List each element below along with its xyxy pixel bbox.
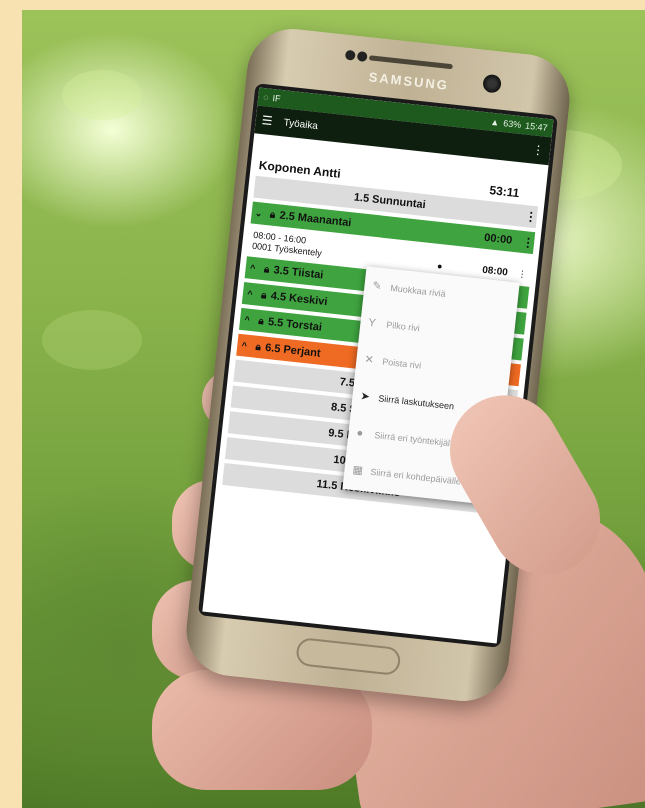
battery-level: 63% xyxy=(502,118,522,131)
chevron-down-icon[interactable]: ⌄ xyxy=(251,207,266,219)
menu-icon[interactable]: ☰ xyxy=(261,113,278,129)
chevron-up-icon[interactable]: ^ xyxy=(245,262,260,274)
menu-item-label: Siirrä eri työntekijälle xyxy=(373,429,458,449)
status-left-label: IF xyxy=(272,93,282,104)
earpiece-speaker xyxy=(368,55,453,70)
overflow-menu-icon[interactable]: ⋮ xyxy=(531,142,544,157)
close-icon: ✕ xyxy=(363,353,375,367)
grass-highlight xyxy=(42,310,142,370)
total-hours: 53:11 xyxy=(488,183,521,201)
day-time: 00:00 xyxy=(483,231,513,247)
row-menu-icon[interactable]: ⋮ xyxy=(517,269,527,281)
signal-icon: ▲ xyxy=(489,116,500,128)
row-menu-icon[interactable]: ⋮ xyxy=(521,235,534,250)
person-icon: ● xyxy=(436,260,444,271)
sensor xyxy=(356,50,368,63)
split-icon: Y xyxy=(367,316,377,329)
finger xyxy=(152,670,372,790)
chevron-up-icon[interactable]: ^ xyxy=(242,288,257,299)
row-menu-icon[interactable]: ⋮ xyxy=(524,209,537,224)
lock-icon: 🔒︎ xyxy=(269,208,276,221)
status-time: 15:47 xyxy=(524,120,549,133)
entry-time: 08:00 xyxy=(481,264,509,279)
lock-icon: 🔒︎ xyxy=(257,315,265,327)
grass-highlight xyxy=(62,70,142,120)
pencil-icon: ✎ xyxy=(371,279,383,293)
lock-icon: 🔒︎ xyxy=(254,341,262,353)
home-button[interactable] xyxy=(295,636,402,677)
whatsapp-icon: ◌ xyxy=(262,92,270,103)
sensor xyxy=(344,49,356,61)
menu-item-label: Siirrä eri kohdepäivälle xyxy=(369,466,462,487)
menu-item-label: Pilko rivi xyxy=(385,319,421,333)
send-icon: ➤ xyxy=(359,390,371,404)
menu-item-label: Siirrä laskutukseen xyxy=(377,392,455,411)
phone-screen: ◌ IF ▲ 63% 15:47 ☰ Työaika ⋮ Koponen Ant… xyxy=(202,87,554,644)
calendar-icon: ▦ xyxy=(351,463,364,477)
person-icon: ● xyxy=(355,426,364,440)
lock-icon: 🔒︎ xyxy=(263,263,270,276)
lock-icon: 🔒︎ xyxy=(260,289,268,302)
chevron-up-icon[interactable]: ^ xyxy=(237,340,252,351)
chevron-up-icon[interactable]: ^ xyxy=(240,314,255,325)
menu-item-label: Muokkaa riviä xyxy=(389,282,447,299)
menu-item-label: Poista rivi xyxy=(381,355,422,371)
